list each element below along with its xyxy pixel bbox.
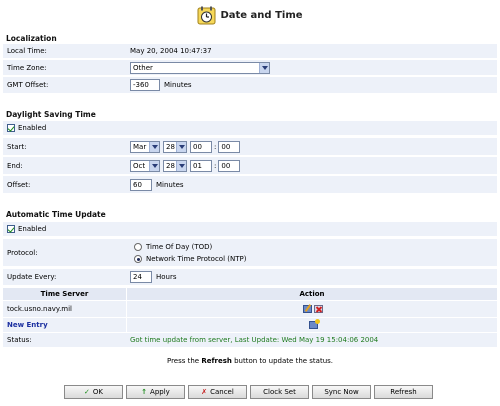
- chevron-down-icon: [259, 62, 269, 73]
- update-every-input[interactable]: 24: [130, 271, 152, 283]
- gmt-offset-input[interactable]: -360: [130, 79, 160, 91]
- time-colon: :: [214, 161, 217, 170]
- status-row: Status: Got time update from server, Las…: [3, 333, 497, 347]
- clock-set-button[interactable]: Clock Set: [250, 385, 309, 399]
- time-server-name: tock.usno.navy.mil: [7, 305, 73, 313]
- auto-update-enabled-checkbox[interactable]: [7, 225, 15, 233]
- protocol-tod-radio[interactable]: [134, 242, 142, 251]
- dst-start-month-value: Mar: [133, 142, 147, 151]
- dst-offset-row: Offset: 60 Minutes: [3, 176, 497, 193]
- page-header: Date and Time: [0, 4, 500, 26]
- table-row: tock.usno.navy.mil: [3, 301, 497, 317]
- protocol-option-tod[interactable]: Time Of Day (TOD): [134, 241, 212, 253]
- status-label: Status:: [7, 336, 32, 344]
- local-time-label: Local Time:: [7, 47, 47, 55]
- chevron-down-icon: [176, 160, 186, 171]
- new-entry-link[interactable]: New Entry: [7, 321, 48, 329]
- section-localization-title: Localization: [6, 34, 57, 43]
- update-every-unit: Hours: [156, 273, 177, 281]
- button-bar: ✓ OK ↑ Apply ✗ Cancel Clock Set Sync Now…: [64, 385, 436, 399]
- auto-update-enabled-row: Enabled: [3, 222, 497, 236]
- up-arrow-icon: ↑: [141, 388, 148, 396]
- time-server-table-header: Time Server Action: [3, 288, 497, 300]
- chevron-down-icon: [149, 160, 159, 171]
- section-auto-update-title: Automatic Time Update: [6, 210, 106, 219]
- sync-now-button[interactable]: Sync Now: [312, 385, 371, 399]
- hint-prefix: Press the: [166, 357, 202, 365]
- clock-calendar-icon: [197, 6, 216, 24]
- clock-set-button-label: Clock Set: [263, 388, 296, 396]
- time-zone-select[interactable]: Other: [130, 61, 270, 74]
- dst-offset-input[interactable]: 60: [130, 178, 152, 191]
- local-time-value: May 20, 2004 10:47:37: [130, 47, 212, 55]
- dst-start-month-select[interactable]: Mar: [130, 140, 160, 153]
- dst-offset-label: Offset:: [7, 180, 31, 189]
- update-every-row: Update Every: 24 Hours: [3, 269, 497, 285]
- chevron-down-icon: [176, 141, 186, 152]
- apply-button-label: Apply: [150, 388, 170, 396]
- dst-end-day-select[interactable]: 28: [163, 159, 187, 172]
- update-every-label: Update Every:: [7, 273, 57, 281]
- sync-now-button-label: Sync Now: [324, 388, 359, 396]
- protocol-row: Protocol: Time Of Day (TOD) Network Time…: [3, 239, 497, 266]
- dst-start-hour-input[interactable]: 00: [190, 140, 212, 153]
- ok-button[interactable]: ✓ OK: [64, 385, 123, 399]
- checkmark-icon: ✓: [84, 388, 90, 396]
- hint-suffix: button to update the status.: [231, 357, 334, 365]
- new-entry-row: New Entry: [3, 318, 497, 332]
- refresh-button[interactable]: Refresh: [374, 385, 433, 399]
- protocol-ntp-label: Network Time Protocol (NTP): [146, 254, 247, 263]
- time-colon: :: [214, 142, 217, 151]
- page-title: Date and Time: [220, 9, 303, 21]
- time-server-column-header: Time Server: [40, 290, 89, 298]
- refresh-button-label: Refresh: [390, 388, 417, 396]
- gmt-offset-row: GMT Offset: -360 Minutes: [3, 77, 497, 93]
- dst-end-label: End:: [7, 161, 23, 170]
- status-message: Got time update from server, Last Update…: [130, 336, 379, 344]
- dst-end-month-value: Oct: [133, 161, 146, 170]
- dst-enabled-row: Enabled: [3, 121, 497, 135]
- add-entry-icon[interactable]: [309, 319, 320, 329]
- dst-end-month-select[interactable]: Oct: [130, 159, 160, 172]
- chevron-down-icon: [149, 141, 159, 152]
- cross-icon: ✗: [201, 388, 208, 396]
- local-time-row: Local Time: May 20, 2004 10:47:37: [3, 44, 497, 58]
- cancel-button[interactable]: ✗ Cancel: [188, 385, 247, 399]
- gmt-offset-unit: Minutes: [164, 81, 192, 89]
- refresh-hint: Press the Refresh button to update the s…: [0, 357, 500, 365]
- section-dst-title: Daylight Saving Time: [6, 110, 96, 119]
- dst-start-day-value: 28: [166, 142, 175, 151]
- delete-icon[interactable]: [314, 305, 323, 313]
- dst-offset-unit: Minutes: [156, 180, 184, 189]
- dst-start-minute-input[interactable]: 00: [218, 140, 241, 153]
- gmt-offset-label: GMT Offset:: [7, 81, 49, 89]
- time-zone-row: Time Zone: Other: [3, 60, 497, 75]
- protocol-tod-label: Time Of Day (TOD): [146, 242, 213, 251]
- protocol-option-ntp[interactable]: Network Time Protocol (NTP): [134, 253, 246, 265]
- action-column-header: Action: [299, 290, 325, 298]
- dst-enabled-label: Enabled: [18, 124, 47, 132]
- hint-refresh-word: Refresh: [201, 357, 232, 365]
- dst-start-day-select[interactable]: 28: [163, 140, 187, 153]
- dst-start-row: Start: Mar 28 00 : 00: [3, 138, 497, 155]
- apply-button[interactable]: ↑ Apply: [126, 385, 185, 399]
- protocol-ntp-radio[interactable]: [134, 254, 142, 263]
- ok-button-label: OK: [92, 388, 103, 396]
- edit-icon[interactable]: [303, 305, 312, 313]
- auto-update-enabled-label: Enabled: [18, 225, 47, 233]
- dst-end-day-value: 28: [166, 161, 175, 170]
- dst-end-row: End: Oct 28 01 : 00: [3, 157, 497, 174]
- dst-end-minute-input[interactable]: 00: [218, 159, 241, 172]
- time-zone-selected: Other: [133, 63, 153, 72]
- time-zone-label: Time Zone:: [7, 63, 47, 72]
- dst-start-label: Start:: [7, 142, 27, 151]
- dst-enabled-checkbox[interactable]: [7, 124, 15, 132]
- protocol-label: Protocol:: [7, 248, 38, 257]
- cancel-button-label: Cancel: [210, 388, 234, 396]
- dst-end-hour-input[interactable]: 01: [190, 159, 212, 172]
